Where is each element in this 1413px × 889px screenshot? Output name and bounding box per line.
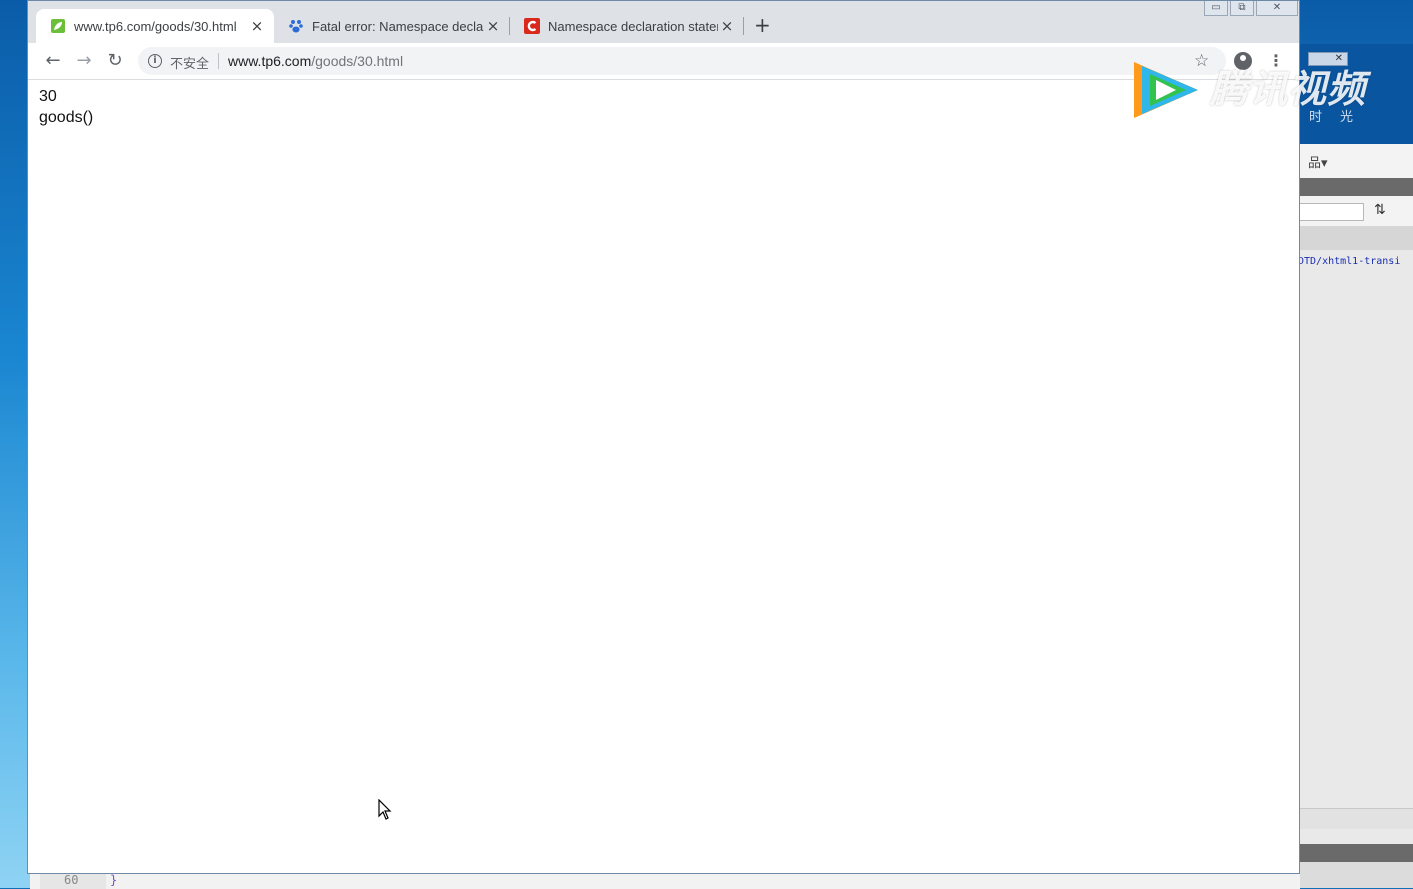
tab-close-icon[interactable]: × bbox=[248, 17, 266, 35]
background-search-bar: ⇅ bbox=[1290, 196, 1413, 227]
editor-line-number: 60 bbox=[64, 873, 79, 887]
background-panel-header bbox=[1290, 178, 1413, 196]
page-content: 30 goods() bbox=[28, 80, 1299, 873]
watermark-title: 腾讯视频 bbox=[1210, 67, 1367, 111]
mouse-cursor-icon bbox=[378, 799, 392, 820]
tab-title: Namespace declaration staten bbox=[548, 18, 718, 34]
forward-button[interactable]: → bbox=[73, 50, 95, 72]
url-text[interactable]: www.tp6.com/goods/30.html bbox=[228, 53, 403, 69]
page-output-line: goods() bbox=[39, 109, 94, 126]
info-icon[interactable]: i bbox=[148, 54, 162, 68]
url-host: www.tp6.com bbox=[228, 53, 312, 69]
tab-strip: www.tp6.com/goods/30.html × Fatal error:… bbox=[28, 1, 1299, 43]
close-window-button[interactable]: ✕ bbox=[1256, 1, 1298, 16]
tab-title: www.tp6.com/goods/30.html bbox=[74, 18, 237, 34]
url-path: /goods/30.html bbox=[311, 53, 404, 69]
page-output-line: 30 bbox=[39, 88, 57, 105]
background-search-input[interactable] bbox=[1296, 203, 1364, 221]
background-editor-window: ✕ 品▾ ⇅ DTD/xhtml1-transi bbox=[1290, 44, 1413, 888]
site-tree-icon[interactable]: 品▾ bbox=[1308, 152, 1328, 171]
background-footer bbox=[1290, 862, 1413, 888]
csdn-c-icon bbox=[524, 18, 540, 34]
tab-title: Fatal error: Namespace declar bbox=[312, 18, 484, 34]
watermark-slogan: 不负好时光 bbox=[1216, 110, 1372, 125]
tp6-leaf-icon bbox=[50, 18, 66, 34]
window-controls: ▭ ⧉ ✕ bbox=[1204, 1, 1298, 18]
sort-icon[interactable]: ⇅ bbox=[1374, 202, 1386, 218]
background-toolbar: 品▾ bbox=[1290, 144, 1413, 179]
browser-toolbar: ← → ↻ i 不安全 www.tp6.com/goods/30.html ☆ … bbox=[28, 43, 1299, 80]
security-status-label[interactable]: 不安全 bbox=[170, 53, 209, 72]
background-editor-strip: 60 } bbox=[30, 872, 1300, 889]
tab-goods-page[interactable]: www.tp6.com/goods/30.html × bbox=[36, 9, 274, 43]
background-panel-divider bbox=[1290, 226, 1413, 250]
tab-close-icon[interactable]: × bbox=[484, 17, 502, 35]
background-status-panel bbox=[1290, 844, 1413, 862]
browser-window: www.tp6.com/goods/30.html × Fatal error:… bbox=[28, 1, 1299, 873]
tab-close-icon[interactable]: × bbox=[718, 17, 736, 35]
tab-namespace-declaration[interactable]: Namespace declaration staten × bbox=[510, 9, 744, 43]
omnibox-divider bbox=[218, 53, 219, 69]
new-tab-button[interactable]: + bbox=[754, 15, 771, 35]
back-button[interactable]: ← bbox=[42, 50, 64, 72]
tencent-video-watermark: 腾讯视频 不负好时光 bbox=[1128, 56, 1368, 126]
background-scrollbar[interactable] bbox=[1290, 808, 1413, 829]
baidu-paw-icon bbox=[288, 18, 304, 34]
background-code-snippet: DTD/xhtml1-transi bbox=[1298, 256, 1401, 267]
address-bar[interactable]: i 不安全 www.tp6.com/goods/30.html bbox=[138, 47, 1226, 75]
editor-code-brace: } bbox=[110, 873, 118, 887]
tab-fatal-error[interactable]: Fatal error: Namespace declar × bbox=[274, 9, 510, 43]
tencent-video-logo-icon bbox=[1134, 62, 1198, 118]
tab-separator bbox=[743, 17, 744, 35]
restore-button[interactable]: ⧉ bbox=[1230, 1, 1254, 16]
reload-button[interactable]: ↻ bbox=[104, 50, 126, 72]
minimize-button[interactable]: ▭ bbox=[1204, 1, 1228, 16]
